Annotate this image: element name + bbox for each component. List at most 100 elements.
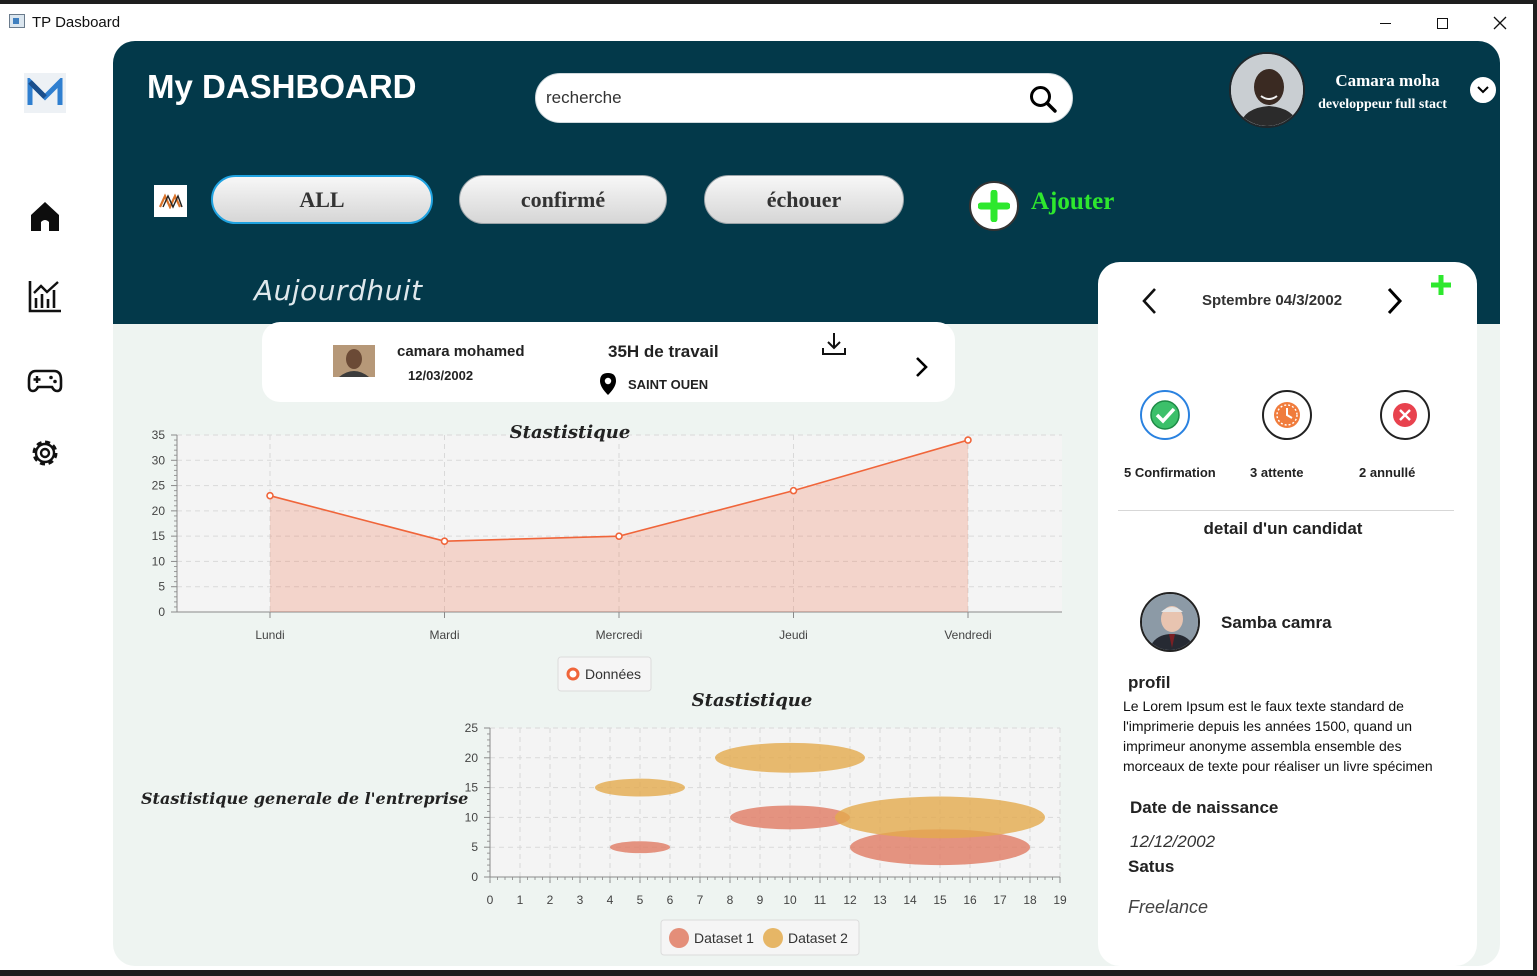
home-icon[interactable] [27,198,63,234]
analytics-icon[interactable] [27,278,63,314]
candidate-photo [1142,594,1198,650]
bubble [835,796,1045,839]
search-icon[interactable] [1028,84,1058,114]
bubble [610,841,670,854]
gamepad-icon[interactable] [27,362,63,398]
user-role: developpeur full stact [1318,97,1447,112]
legend-label: Données [585,666,641,682]
cancelled-count: 2 annullé [1359,465,1416,480]
x-tick-label: 8 [727,893,734,907]
legend-marker [763,928,783,948]
maximize-button[interactable] [1419,10,1465,36]
left-sidebar [0,40,92,970]
x-tick-label: 9 [757,893,764,907]
filter-failed-button[interactable]: échouer [704,175,904,224]
status-label: Satus [1128,857,1175,876]
data-point [789,486,798,495]
close-icon [1493,16,1507,30]
x-tick-label: 0 [487,893,494,907]
x-tick-label: 19 [1053,893,1067,907]
side-panel: Sptembre 04/3/2002 5 Confirmation 3 atte… [1098,262,1477,966]
legend-marker [566,667,580,681]
filter-all-button[interactable]: ALL [211,175,433,224]
employee-card: camara mohamed 12/03/2002 35H de travail… [262,322,955,402]
birthdate-value: 12/12/2002 [1130,832,1216,851]
x-tick-label: 16 [963,893,977,907]
close-button[interactable] [1477,10,1523,36]
y-tick-label: 35 [152,428,166,442]
x-tick-label: Jeudi [779,628,808,642]
y-tick-label: 5 [158,580,165,594]
y-tick-label: 0 [471,870,478,884]
x-tick-label: 17 [993,893,1007,907]
x-tick-label: 18 [1023,893,1037,907]
employee-name: camara mohamed [397,343,525,360]
employee-photo-image [333,345,375,377]
x-tick-label: 12 [843,893,857,907]
data-point [440,537,449,545]
divider [1118,510,1454,511]
chevron-down-icon [1477,86,1489,94]
x-tick-label: 3 [577,893,584,907]
chevron-right-icon[interactable] [911,356,931,378]
calendar-date: Sptembre 04/3/2002 [1202,292,1343,309]
add-button[interactable] [969,181,1019,231]
x-tick-label: 10 [783,893,797,907]
window-title: TP Dasboard [32,14,121,31]
settings-icon[interactable] [27,435,63,471]
app-window: TP Dasboard My DASHBOARD recherche Camar… [0,4,1533,970]
x-tick-label: Mercredi [596,628,643,642]
x-tick-label: 11 [814,893,827,907]
search-input[interactable] [546,84,1016,112]
legend-label: Dataset 1 [694,930,754,946]
chevron-left-icon[interactable] [1138,286,1162,316]
y-tick-label: 20 [465,751,479,765]
download-icon[interactable] [820,331,848,359]
y-tick-label: 10 [465,810,479,824]
birthdate-label: Date de naissance [1130,798,1279,817]
x-tick-label: 7 [697,893,704,907]
bubble [715,742,865,773]
y-tick-label: 15 [152,529,166,543]
employee-photo [333,345,375,377]
x-tick-label: 2 [547,893,554,907]
search-bar[interactable] [535,73,1073,123]
user-menu-button[interactable] [1468,75,1498,105]
add-event-icon[interactable] [1429,273,1453,297]
y-tick-label: 25 [152,479,166,493]
filter-confirmed-button[interactable]: confirmé [459,175,667,224]
profil-label: profil [1128,673,1171,692]
candidate-avatar[interactable] [1140,592,1200,652]
x-tick-label: Mardi [429,628,459,642]
data-point [266,491,274,500]
check-circle-icon [1150,400,1180,430]
cancelled-status-button[interactable] [1380,390,1430,440]
confirmed-count: 5 Confirmation [1124,465,1216,480]
minimize-button[interactable] [1362,10,1408,36]
chevron-right-icon[interactable] [1382,286,1406,316]
chart-legend: Dataset 1 Dataset 2 [660,919,860,956]
profil-text: Le Lorem Ipsum est le faux texte standar… [1123,698,1433,774]
waiting-count: 3 attente [1250,465,1304,480]
y-tick-label: 30 [152,453,166,467]
clock-icon [1274,402,1300,428]
chart-title: Stastistique [510,422,631,443]
app-logo[interactable] [24,73,66,113]
work-hours: 35H de travail [608,342,719,361]
y-tick-label: 0 [158,605,165,619]
confirmed-status-button[interactable] [1140,390,1190,440]
user-avatar[interactable] [1229,52,1305,128]
area-chart: 0 5 10 15 20 25 30 35 Lundi Mardi Mercredi Jeudi Ven… [152,422,1062,692]
add-label[interactable]: Ajouter [1031,188,1114,216]
data-point [615,532,623,540]
bubble-chart: 05101520250 1 2 3 4 5 6 7 8 9 10 11 12 13 14 15 16 17 18 19… [465,690,1067,956]
title-bar: TP Dasboard [0,4,1533,40]
status-value: Freelance [1128,897,1209,917]
logo-m-icon [27,78,63,105]
waiting-status-button[interactable] [1262,390,1312,440]
brand-mark-icon [158,193,183,209]
filter-logo [154,185,187,217]
x-tick-label: 15 [933,893,947,907]
x-tick-label: Lundi [255,628,284,642]
app-icon [9,14,25,28]
